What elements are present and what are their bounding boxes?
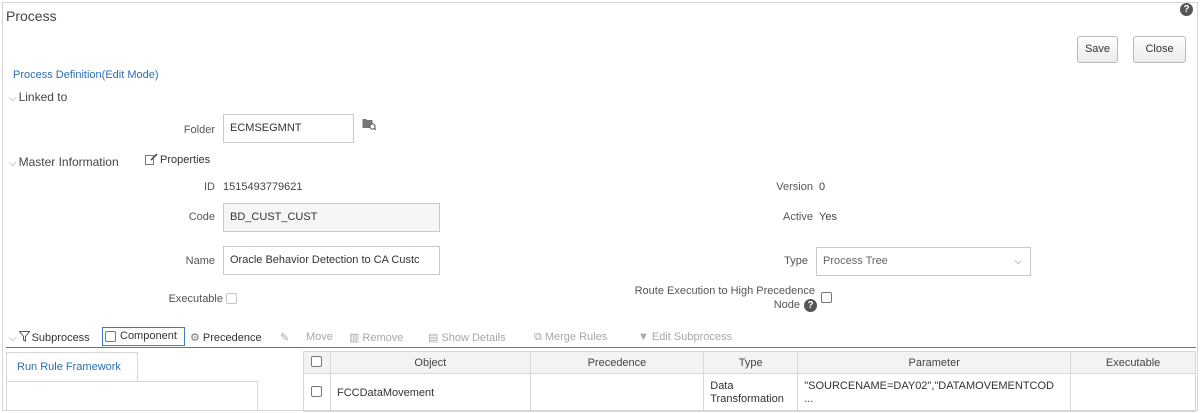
window-title: Process [6, 8, 57, 24]
column-header-object[interactable]: Object [329, 351, 531, 374]
show-details-button[interactable]: ▤ Show Details [428, 331, 506, 344]
column-header-precedence[interactable]: Precedence [529, 351, 705, 374]
filter-icon [18, 331, 31, 345]
folder-label: Folder [183, 124, 215, 136]
chevron-down-icon: ⌵ [1014, 256, 1022, 267]
merge-icon: ⧉ [534, 331, 542, 343]
properties-label: Properties [160, 154, 211, 167]
edit-disabled-icon: ✎ [280, 332, 290, 344]
type-select-value: Process Tree [823, 255, 888, 267]
version-label: Version [776, 181, 813, 193]
precedence-cell [529, 373, 705, 412]
code-field[interactable]: BD_CUST_CUST [223, 203, 440, 232]
toolbar-divider [6, 347, 1196, 348]
active-value: Yes [819, 211, 837, 223]
show-details-label: Show Details [441, 332, 506, 344]
code-label: Code [188, 211, 215, 223]
component-icon [105, 331, 116, 342]
parameter-cell: "SOURCENAME=DAY02","DATAMOVEMENTCOD ... [797, 373, 1072, 412]
executable-cell [1070, 373, 1196, 412]
section-master-information[interactable]: ⌵ Master Information [9, 155, 119, 169]
edit-subprocess-button[interactable]: ▼ Edit Subprocess [638, 331, 732, 343]
section-linked-to-label: Linked to [18, 90, 68, 104]
route-execution-checkbox[interactable] [821, 292, 832, 303]
type-cell-line1: Data [710, 379, 734, 392]
chevron-down-icon: ⌵ [9, 332, 17, 344]
type-label: Type [784, 255, 808, 267]
id-value: 1515493779621 [223, 181, 303, 193]
grid-header: Object Precedence Type Parameter Executa… [303, 351, 1196, 374]
precedence-button[interactable]: ⚙ Precedence [190, 331, 262, 344]
type-cell-line2: Transformation [710, 392, 784, 405]
name-label: Name [185, 255, 215, 267]
trash-icon: ▥ [349, 332, 360, 344]
column-header-parameter[interactable]: Parameter [797, 351, 1072, 374]
precedence-icon: ⚙ [190, 332, 200, 344]
tree-pane [6, 381, 258, 411]
tab-run-rule-framework[interactable]: Run Rule Framework [6, 352, 138, 382]
mode-breadcrumb[interactable]: Process Definition(Edit Mode) [13, 69, 159, 81]
precedence-label: Precedence [202, 332, 262, 344]
type-cell: Data Transformation [703, 373, 799, 412]
subprocess-label: Subprocess [31, 331, 90, 344]
details-icon: ▤ [428, 332, 439, 344]
route-label-line1: Route Execution to High Precedence [634, 285, 815, 297]
folder-browse-icon[interactable] [362, 118, 377, 131]
close-button[interactable]: Close [1133, 36, 1186, 63]
row-select-cell[interactable] [303, 373, 331, 412]
name-field[interactable]: Oracle Behavior Detection to CA Custc [223, 246, 440, 275]
properties-button[interactable]: Properties [145, 153, 210, 168]
table-row[interactable]: FCCDataMovement Data Transformation "SOU… [303, 373, 1196, 412]
active-label: Active [783, 211, 813, 223]
executable-label: Executable [168, 293, 223, 305]
select-all-checkbox[interactable] [311, 355, 323, 367]
parameter-cell-line2: ... [804, 392, 814, 405]
column-header-type[interactable]: Type [703, 351, 799, 374]
row-checkbox[interactable] [311, 385, 323, 397]
chevron-down-icon: ⌵ [9, 93, 17, 104]
remove-label: Remove [362, 332, 404, 344]
route-label-line2: Node [773, 299, 800, 311]
component-label: Component [120, 330, 177, 342]
process-window [2, 2, 1198, 411]
route-help-icon[interactable]: ? [804, 299, 817, 312]
edit-subprocess-icon: ▼ [638, 331, 649, 343]
version-value: 0 [819, 181, 826, 193]
section-subprocess[interactable]: ⌵ Subprocess [9, 331, 90, 345]
type-select[interactable]: Process Tree ⌵ [816, 247, 1031, 276]
save-button[interactable]: Save [1077, 36, 1118, 63]
chevron-down-icon: ⌵ [9, 158, 17, 169]
subprocess-grid: Object Precedence Type Parameter Executa… [303, 351, 1196, 412]
merge-rules-label: Merge Rules [544, 331, 608, 343]
executable-checkbox[interactable] [226, 293, 237, 304]
section-linked-to[interactable]: ⌵ Linked to [9, 90, 67, 104]
edit-subprocess-label: Edit Subprocess [651, 331, 732, 343]
component-button[interactable]: Component [102, 327, 185, 346]
select-all-cell[interactable] [303, 351, 331, 374]
move-button[interactable]: Move [306, 331, 333, 343]
folder-field[interactable]: ECMSEGMNT [223, 114, 354, 143]
properties-edit-icon [145, 153, 158, 168]
help-icon[interactable]: ? [1180, 3, 1193, 16]
object-cell: FCCDataMovement [329, 373, 531, 412]
merge-rules-button[interactable]: ⧉ Merge Rules [534, 331, 607, 344]
column-header-executable[interactable]: Executable [1070, 351, 1196, 374]
id-label: ID [204, 181, 215, 193]
remove-button[interactable]: ▥ Remove [349, 331, 403, 344]
parameter-cell-line1: "SOURCENAME=DAY02","DATAMOVEMENTCOD [804, 379, 1054, 392]
section-master-label: Master Information [18, 155, 119, 169]
